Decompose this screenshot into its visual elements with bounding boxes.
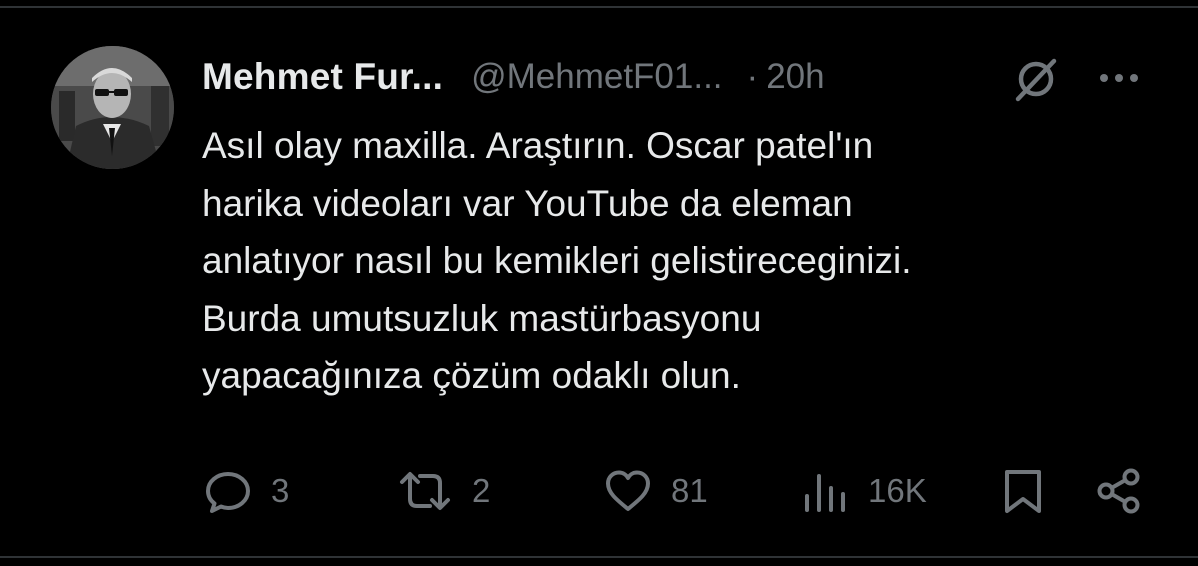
tweet-text: Asıl olay maxilla. Araştırın. Oscar pate… <box>202 117 1162 405</box>
like-count: 81 <box>671 472 708 509</box>
user-handle[interactable]: @MehmetF01... <box>471 57 722 97</box>
like-button[interactable]: 81 <box>603 465 708 517</box>
tweet-text-line: harika videoları var YouTube da eleman <box>202 182 853 224</box>
top-divider <box>0 6 1198 8</box>
like-icon <box>606 470 650 511</box>
separator-dot: · <box>746 57 759 96</box>
tweet-header: Mehmet Fur... @MehmetF01... · 20h <box>202 52 1162 102</box>
display-name[interactable]: Mehmet Fur... <box>202 56 443 98</box>
repost-button[interactable]: 2 <box>396 465 490 517</box>
reply-button[interactable]: 3 <box>203 465 289 517</box>
tweet-text-line: Asıl olay maxilla. Araştırın. Oscar pate… <box>202 125 874 166</box>
more-icon[interactable] <box>1096 60 1142 96</box>
repost-icon <box>400 472 450 510</box>
bookmark-button[interactable] <box>1002 465 1044 517</box>
share-button[interactable] <box>1095 465 1143 517</box>
repost-count: 2 <box>472 472 491 509</box>
avatar-photo <box>51 46 174 169</box>
tweet-text-line: Burda umutsuzluk mastürbasyonu <box>202 297 762 339</box>
action-bar: 3 2 81 16K <box>0 465 1198 517</box>
avatar[interactable] <box>51 46 174 169</box>
views-count: 16K <box>868 472 927 509</box>
bookmark-icon <box>1005 470 1041 513</box>
views-button[interactable]: 16K <box>800 465 927 517</box>
reply-icon <box>206 472 250 513</box>
views-icon <box>805 474 845 512</box>
tweet-text-line: anlatıyor nasıl bu kemikleri gelistirece… <box>202 240 912 281</box>
tweet-text-line: yapacağınıza çözüm odaklı olun. <box>202 355 741 396</box>
share-icon <box>1097 468 1140 514</box>
bottom-divider <box>0 556 1198 558</box>
timestamp[interactable]: 20h <box>766 57 824 97</box>
reply-count: 3 <box>271 472 290 509</box>
grok-icon[interactable] <box>1011 54 1061 104</box>
